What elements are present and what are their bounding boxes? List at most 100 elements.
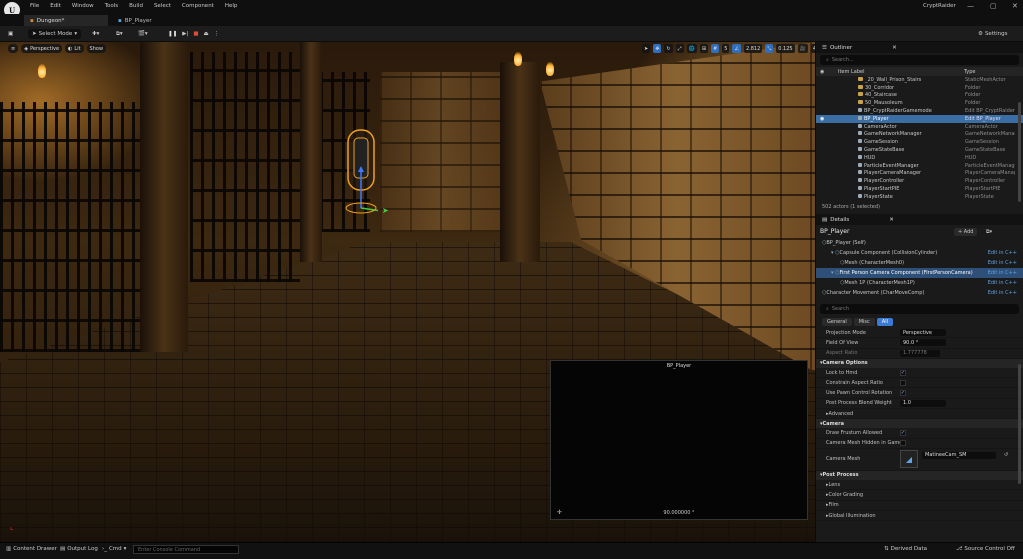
scale-snap-value[interactable]: 0.125 (776, 44, 795, 53)
close-tab-icon[interactable]: ✕ (889, 217, 894, 223)
tab-bp-player[interactable]: ▪ BP_Player (112, 15, 158, 26)
category-camera[interactable]: ▾ Camera (816, 419, 1023, 429)
step-icon[interactable]: ▶| (182, 31, 188, 37)
projection-mode-dropdown[interactable]: Perspective (900, 329, 946, 337)
close-tab-icon[interactable]: ✕ (892, 45, 897, 51)
component-row[interactable]: ⬡ Mesh 1P (CharacterMesh1P) Edit in C++ (816, 278, 1023, 288)
rotation-snap-value[interactable]: 2.812 (743, 44, 763, 53)
cmd-dropdown[interactable]: ›_ Cmd ▾ (102, 546, 126, 552)
constrain-aspect-checkbox[interactable] (900, 379, 906, 386)
show-button[interactable]: Show (86, 44, 107, 53)
blueprint-options-icon[interactable]: ⧉▾ (986, 229, 992, 235)
content-drawer-button[interactable]: ▥ Content Drawer (6, 546, 57, 552)
minimize-button[interactable]: — (967, 2, 974, 10)
prop-global-illumination[interactable]: ▸ Global Illumination (816, 511, 1023, 522)
outliner-row[interactable]: 40_Staircase Folder (816, 92, 1023, 100)
component-row[interactable]: ▾ ⬡ First Person Camera Component (First… (816, 268, 1023, 278)
source-control-button[interactable]: ⎇ Source Control Off (956, 546, 1015, 552)
derived-data-button[interactable]: ⇅ Derived Data (884, 546, 927, 552)
settings-button[interactable]: ⚙ Settings (978, 29, 1008, 39)
edit-in-cpp-link[interactable]: Edit in C++ (988, 250, 1017, 256)
outliner-tab[interactable]: ☰ Outliner ✕ (816, 42, 1023, 53)
maximize-button[interactable]: ▢ (990, 2, 997, 10)
select-tool-icon[interactable]: ➤ (642, 44, 651, 53)
outliner-search-input[interactable]: ⌕ Search... (820, 55, 1019, 65)
camera-mesh-dropdown[interactable]: MatineeCam_SM (922, 451, 996, 459)
component-row[interactable]: ⬡ BP_Player (Self) (816, 238, 1023, 248)
blueprint-menu-icon[interactable]: ⧉▾ (116, 29, 123, 39)
draw-frustum-checkbox[interactable]: ✓ (900, 430, 906, 437)
prop-film[interactable]: ▸ Film (816, 501, 1023, 511)
add-content-icon[interactable]: ✚▾ (92, 29, 99, 39)
fov-input[interactable]: 90.0 ° (900, 339, 946, 347)
outliner-row[interactable]: ParticleEventManager ParticleEventManager (816, 162, 1023, 170)
prop-advanced[interactable]: ▸ Advanced (816, 409, 1023, 420)
prop-lens[interactable]: ▸ Lens (816, 480, 1023, 491)
player-character-selected[interactable] (344, 128, 378, 216)
outliner-row[interactable]: ◉ BP_Player Edit BP_Player (816, 114, 1023, 123)
outliner-row[interactable]: 50_Mausoleum Folder (816, 99, 1023, 107)
pp-blend-input[interactable]: 1.0 (900, 399, 946, 407)
tab-dungeon[interactable]: ▪ Dungeon* (24, 15, 108, 26)
edit-in-cpp-link[interactable]: Edit in C++ (988, 280, 1017, 286)
console-command-input[interactable]: Enter Console Command (133, 545, 239, 554)
gizmo-arrow-icon[interactable]: ➤ (382, 206, 389, 215)
outliner-scrollbar[interactable] (1018, 102, 1021, 202)
outliner-row[interactable]: GameSession GameSession (816, 138, 1023, 146)
outliner-row[interactable]: PlayerStartPIE PlayerStartPIE (816, 185, 1023, 193)
world-space-icon[interactable]: 🌐 (686, 44, 697, 53)
edit-in-cpp-link[interactable]: Edit in C++ (988, 260, 1017, 266)
scale-tool-icon[interactable]: ⤢ (675, 44, 684, 53)
outliner-row[interactable]: BP_CryptRaiderGamemode Edit BP_CryptRaide… (816, 107, 1023, 115)
menu-edit[interactable]: Edit (50, 3, 61, 9)
rotate-tool-icon[interactable]: ↻ (664, 44, 673, 53)
details-tab[interactable]: ▤ Details ✕ (816, 214, 1023, 225)
outliner-row[interactable]: HUD HUD (816, 154, 1023, 162)
menu-help[interactable]: Help (225, 3, 238, 9)
outliner-row[interactable]: PlayerCameraManager PlayerCameraManager (816, 170, 1023, 178)
cinematics-icon[interactable]: 🎬▾ (138, 29, 148, 39)
mesh-thumbnail[interactable]: ◢ (900, 450, 918, 469)
visibility-icon[interactable]: ◉ (820, 116, 824, 122)
details-scrollbar[interactable] (1018, 364, 1021, 484)
output-log-button[interactable]: ▤ Output Log (60, 546, 98, 552)
outliner-row[interactable]: _20_Wall_Prison_Stairs StaticMeshActor (816, 76, 1023, 84)
outliner-row[interactable]: PlayerState PlayerState (816, 193, 1023, 201)
reset-icon[interactable]: ↺ (1004, 452, 1008, 458)
more-options-icon[interactable]: ⋮ (214, 31, 220, 37)
edit-in-cpp-link[interactable]: Edit in C++ (988, 290, 1017, 296)
filter-all[interactable]: All (876, 318, 893, 326)
grid-snap-value[interactable]: 5 (722, 44, 730, 53)
menu-component[interactable]: Component (182, 3, 214, 9)
prop-color-grading[interactable]: ▸ Color Grading (816, 490, 1023, 501)
viewport-options-button[interactable]: ≡ (8, 44, 19, 53)
rotation-snap-icon[interactable]: ∠ (732, 44, 741, 53)
details-search-input[interactable]: ⌕ Search (820, 304, 1019, 314)
filter-misc[interactable]: Misc (853, 318, 875, 326)
grid-snap-icon[interactable]: # (711, 44, 720, 53)
menu-tools[interactable]: Tools (105, 3, 119, 9)
outliner-row[interactable]: GameNetworkManager GameNetworkManager (816, 131, 1023, 139)
col-item-label[interactable]: Item Label (838, 69, 864, 75)
outliner-row[interactable]: GameStateBase GameStateBase (816, 146, 1023, 154)
camera-speed-icon[interactable]: 🎥 (797, 44, 808, 53)
mesh-hidden-checkbox[interactable] (900, 440, 906, 447)
scale-snap-icon[interactable]: ⤡ (765, 44, 774, 53)
outliner-row[interactable]: 30_Corridor Folder (816, 84, 1023, 92)
perspective-button[interactable]: ◈ Perspective (21, 44, 63, 53)
lit-button[interactable]: ◐ Lit (65, 44, 84, 53)
category-camera-options[interactable]: ▾ Camera Options (816, 358, 1023, 368)
stop-icon[interactable]: ■ (193, 31, 198, 37)
add-component-button[interactable]: + Add (954, 227, 978, 236)
eject-icon[interactable]: ⏏ (204, 31, 209, 37)
aspect-ratio-input[interactable]: 1.777778 (900, 349, 940, 357)
lock-to-hmd-checkbox[interactable]: ✓ (900, 369, 906, 376)
outliner-row[interactable]: CameraActor CameraActor (816, 123, 1023, 131)
translate-tool-icon[interactable]: ✥ (653, 44, 662, 53)
save-icon[interactable]: ▣ (8, 29, 13, 39)
edit-in-cpp-link[interactable]: Edit in C++ (988, 270, 1017, 276)
component-row[interactable]: ⬡ Character Movement (CharMoveComp) Edit … (816, 288, 1023, 298)
menu-select[interactable]: Select (154, 3, 171, 9)
category-post-process[interactable]: ▾ Post Process (816, 470, 1023, 480)
outliner-row[interactable]: PlayerController PlayerController (816, 177, 1023, 185)
